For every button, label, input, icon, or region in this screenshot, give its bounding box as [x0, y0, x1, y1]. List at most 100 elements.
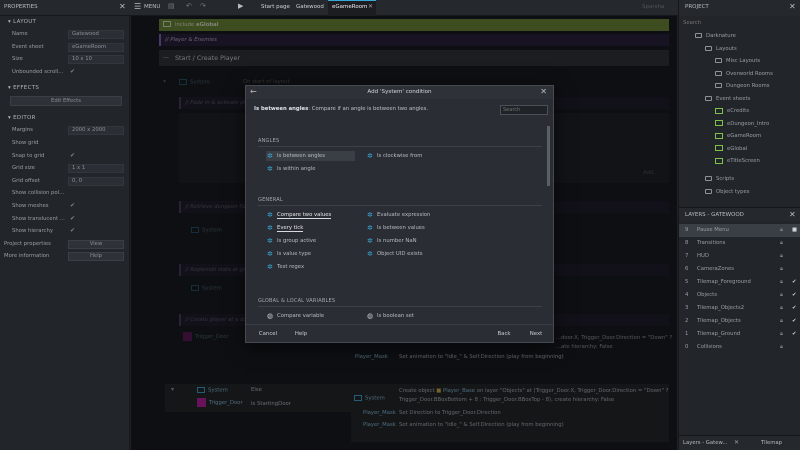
globe-icon: ◍	[267, 312, 274, 320]
condition-compare-variable[interactable]: ◍ Compare variable	[266, 311, 324, 321]
edit-effects-button[interactable]: Edit Effects	[10, 96, 122, 107]
condition-object-uid-exists[interactable]: ✲ Object UID exists	[366, 249, 423, 259]
project-search-input[interactable]	[683, 18, 797, 28]
layer-row[interactable]: 5 Tilemap_Foreground 🔒︎ ✔	[679, 276, 800, 289]
editor-header[interactable]: ▾ EDITOR	[0, 112, 129, 124]
tree-item[interactable]: Event sheets	[705, 93, 750, 106]
layer-row[interactable]: 3 Tilemap_Objects2 🔒︎ ✔	[679, 302, 800, 315]
tree-item[interactable]: eGameRoom	[715, 130, 761, 143]
layer-row[interactable]: 8 Transitions 🔒︎	[679, 237, 800, 250]
checkbox-translucent[interactable]: ✔	[70, 213, 75, 226]
condition-every-tick[interactable]: ✲ Every tick	[266, 223, 304, 233]
gear-icon: ✲	[267, 237, 273, 245]
lock-icon[interactable]: 🔒︎	[780, 263, 783, 276]
hamburger-icon[interactable]: ☰	[134, 2, 141, 11]
tree-item[interactable]: Object types	[705, 186, 750, 199]
layer-row[interactable]: 1 Tilemap_Ground 🔒︎ ✔	[679, 328, 800, 341]
checkbox-snap[interactable]: ✔	[70, 150, 75, 163]
tab-gatewood[interactable]: Gatewood	[296, 4, 324, 10]
prop-row-event-sheet: Event sheet eGameRoom	[0, 41, 129, 54]
tab-close-icon[interactable]: ✕	[368, 3, 373, 10]
cancel-button[interactable]: Cancel	[254, 329, 282, 340]
layer-row[interactable]: 0 Collisions 🔒︎	[679, 341, 800, 354]
tree-item[interactable]: eGlobal	[715, 143, 747, 156]
prop-row-size: Size 10 x 10	[0, 53, 129, 66]
tab-start-page[interactable]: Start page	[261, 4, 290, 10]
condition-is-between-angles[interactable]: ✲ Is between angles	[266, 151, 355, 161]
tree-item[interactable]: Darknature	[695, 30, 736, 43]
scrollbar-thumb[interactable]	[547, 126, 550, 186]
lock-icon[interactable]: 🔒︎	[780, 328, 783, 341]
next-button[interactable]: Next	[524, 329, 548, 340]
condition-evaluate-expression[interactable]: ✲ Evaluate expression	[366, 210, 430, 220]
layer-row[interactable]: 7 HUD 🔒︎	[679, 250, 800, 263]
save-icon[interactable]: ▤	[168, 2, 175, 10]
close-icon[interactable]: ✕	[789, 210, 796, 219]
tree-item[interactable]: Dungeon Rooms	[715, 80, 770, 93]
checkbox-hierarchy[interactable]: ✔	[70, 225, 75, 238]
tab-layers[interactable]: Layers - Gatew...	[683, 440, 727, 446]
lock-icon[interactable]: 🔒︎	[780, 250, 783, 263]
gear-icon: ✲	[367, 237, 373, 245]
layer-row[interactable]: 4 Objects 🔒︎ ✔	[679, 289, 800, 302]
tree-item[interactable]: Layouts	[705, 43, 737, 56]
redo-icon[interactable]: ↷	[200, 2, 206, 10]
condition-is-boolean-set[interactable]: ◍ Is boolean set	[366, 311, 414, 321]
lock-icon[interactable]: 🔒︎	[780, 224, 783, 237]
condition-is-value-type[interactable]: ✲ Is value type	[266, 249, 311, 259]
dialog-footer: Cancel Help Back Next	[246, 324, 553, 342]
folder-icon	[715, 83, 722, 88]
tree-item[interactable]: Scripts	[705, 173, 734, 186]
condition-is-clockwise-from[interactable]: ✲ Is clockwise from	[366, 151, 422, 161]
condition-test-regex[interactable]: ✲ Test regex	[266, 262, 304, 272]
layer-row[interactable]: 9 Pause Menu 🔒︎ ■	[679, 224, 800, 237]
lock-icon[interactable]: 🔒︎	[780, 341, 783, 354]
layer-row[interactable]: 2 Tilemap_Objects 🔒︎ ✔	[679, 315, 800, 328]
condition-compare-two-values[interactable]: ✲ Compare two values	[266, 210, 332, 220]
effects-header[interactable]: ▾ EFFECTS	[0, 82, 129, 94]
close-icon[interactable]: ✕	[119, 2, 126, 11]
folder-icon	[695, 33, 702, 38]
folder-icon	[705, 176, 712, 181]
tab-tilemap[interactable]: Tilemap	[761, 440, 782, 446]
condition-is-group-active[interactable]: ✲ Is group active	[266, 236, 316, 246]
prop-row-more-info: More information Help	[0, 250, 129, 263]
lock-icon[interactable]: 🔒︎	[780, 276, 783, 289]
tree-item[interactable]: Overworld Rooms	[715, 68, 773, 81]
help-button[interactable]: Help	[68, 252, 124, 262]
tree-item[interactable]: eCredits	[715, 105, 749, 118]
layer-row[interactable]: 6 CameraZones 🔒︎	[679, 263, 800, 276]
close-icon[interactable]: ✕	[540, 87, 547, 96]
lock-icon[interactable]: 🔒︎	[780, 237, 783, 250]
undo-icon[interactable]: ↶	[186, 2, 192, 10]
condition-is-number-nan[interactable]: ✲ Is number NaN	[366, 236, 417, 246]
visibility-checkbox[interactable]: ■	[792, 224, 797, 237]
gear-icon: ✲	[267, 250, 273, 258]
tree-item[interactable]: Misc Layouts	[715, 55, 760, 68]
lock-icon[interactable]: 🔒︎	[780, 315, 783, 328]
lock-icon[interactable]: 🔒︎	[780, 302, 783, 315]
layout-header[interactable]: ▾ LAYOUT	[0, 16, 129, 28]
folder-icon	[705, 188, 712, 194]
help-button[interactable]: Help	[288, 329, 314, 340]
play-icon[interactable]: ▶	[238, 2, 243, 10]
lock-icon[interactable]: 🔒︎	[780, 289, 783, 302]
checkbox-unbounded[interactable]: ✔	[70, 66, 75, 79]
gear-icon: ✲	[367, 152, 373, 160]
tab-close-icon[interactable]: ✕	[734, 439, 739, 446]
menu-button[interactable]: MENU	[144, 4, 160, 10]
condition-is-within-angle[interactable]: ✲ Is within angle	[266, 164, 315, 174]
tab-egameroom[interactable]: eGameRoom	[332, 4, 367, 10]
dialog-scrollbar[interactable]	[547, 126, 550, 316]
checkbox-meshes[interactable]: ✔	[70, 200, 75, 213]
prop-row-show-grid: Show grid	[12, 139, 39, 146]
tree-item[interactable]: eTitleScreen	[715, 155, 760, 168]
condition-is-between-values[interactable]: ✲ Is between values	[366, 223, 425, 233]
tree-item[interactable]: eDungeon_Intro	[715, 118, 769, 131]
view-button[interactable]: View	[68, 239, 124, 249]
project-title: PROJECT	[685, 4, 709, 10]
close-icon[interactable]: ✕	[789, 2, 796, 11]
back-button[interactable]: Back	[492, 329, 516, 340]
dialog-search-input[interactable]	[500, 105, 548, 115]
back-arrow-icon[interactable]: ←	[250, 87, 257, 96]
